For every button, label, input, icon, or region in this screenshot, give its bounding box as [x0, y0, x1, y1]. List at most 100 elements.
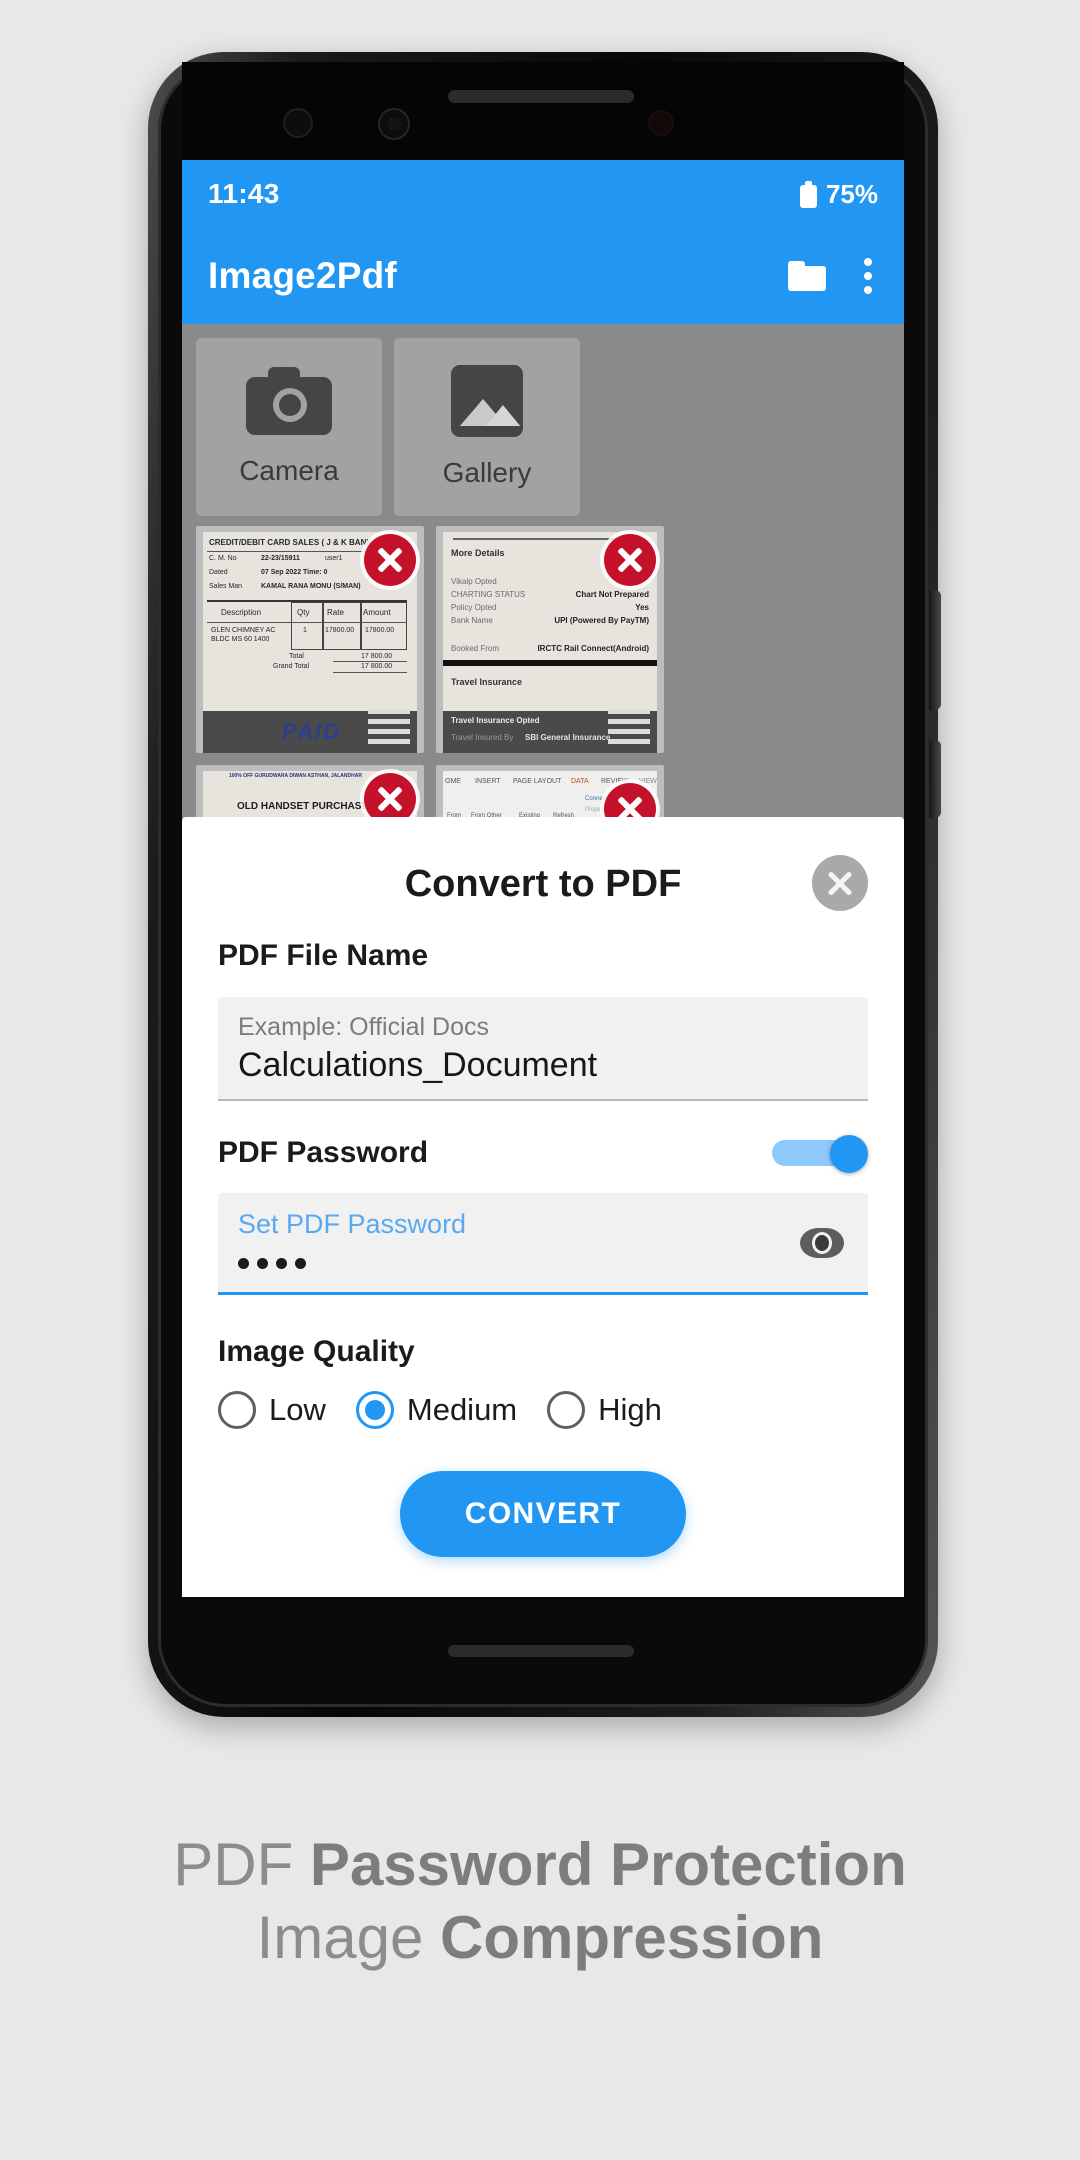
pdf-password-masked-value: [238, 1248, 848, 1278]
excel-tab: PAGE LAYOUT: [513, 778, 562, 785]
receipt-total-value: 17 800.00: [361, 653, 393, 660]
receipt-title: CREDIT/DEBIT CARD SALES ( J & K BANK ): [209, 538, 378, 547]
source-picker-row: Camera Gallery: [182, 324, 904, 516]
receipt-row-extra: user1: [325, 555, 343, 562]
gallery-icon: [451, 365, 523, 437]
caption-line-2: Image Compression: [0, 1901, 1080, 1974]
phone-volume-button[interactable]: [929, 740, 941, 818]
delete-x-icon[interactable]: [604, 534, 656, 586]
convert-button-row: CONVERT: [218, 1471, 868, 1557]
quality-option-medium-label: Medium: [406, 1392, 518, 1427]
pdf-file-name-input[interactable]: Example: Official Docs Calculations_Docu…: [218, 997, 868, 1101]
receipt-row-label: Sales Man: [209, 583, 243, 590]
front-camera-icon: [378, 108, 410, 140]
ticket-title: More Details: [451, 548, 505, 558]
receipt-row-label: Dated: [209, 569, 228, 576]
radio-icon: [218, 1391, 256, 1429]
gallery-button[interactable]: Gallery: [394, 338, 580, 516]
quality-option-high[interactable]: High: [547, 1391, 662, 1429]
radio-icon: [547, 1391, 586, 1429]
excel-tab: VIEW: [639, 778, 657, 785]
caption-line-1: PDF Password Protection: [0, 1828, 1080, 1901]
app-content-dimmed: Camera Gallery CREDIT/DEBIT CARD SALES (…: [182, 324, 904, 1597]
led-indicator-icon: [648, 110, 674, 136]
phone-power-button[interactable]: [929, 590, 941, 710]
quality-option-medium[interactable]: Medium: [355, 1391, 518, 1429]
folder-icon[interactable]: [788, 261, 826, 291]
ticket-row-value: Chart Not Prepared: [575, 590, 649, 599]
image-quality-section: Image Quality Low Medium High: [218, 1335, 868, 1429]
screenshot-stage: 11:43 75% Image2Pdf Camera Gallery CREDI…: [0, 0, 1080, 2160]
quality-option-low[interactable]: Low: [218, 1391, 326, 1429]
eye-icon[interactable]: [800, 1227, 844, 1258]
quality-option-high-label: High: [598, 1392, 662, 1427]
ticket-row-label: Policy Opted: [451, 603, 497, 612]
pdf-file-name-placeholder: Example: Official Docs: [238, 1013, 490, 1041]
marketing-caption: PDF Password Protection Image Compressio…: [0, 1828, 1080, 1974]
receipt-cell: BLDC MS 60 1400: [211, 636, 270, 643]
excel-tab: INSERT: [475, 778, 501, 785]
gallery-button-label: Gallery: [442, 457, 532, 488]
camera-icon: [246, 367, 332, 435]
convert-button[interactable]: CONVERT: [400, 1471, 686, 1557]
phone-top-sensor-area: [182, 62, 904, 160]
convert-to-pdf-dialog: Convert to PDF PDF File Name Example: Of…: [182, 817, 904, 1597]
pdf-password-row: PDF Password: [218, 1135, 868, 1173]
app-title: Image2Pdf: [208, 255, 397, 296]
phone-screen: 11:43 75% Image2Pdf Camera Gallery CREDI…: [182, 160, 904, 1597]
reorder-handle-icon[interactable]: [368, 709, 410, 744]
ticket-row-label: CHARTING STATUS: [451, 590, 526, 599]
reorder-handle-icon[interactable]: [608, 709, 650, 744]
battery-percent-label: 75%: [825, 178, 878, 209]
ticket-row-value: UPI (Powered By PayTM): [554, 616, 649, 625]
camera-button[interactable]: Camera: [196, 338, 382, 516]
pdf-file-name-label: PDF File Name: [218, 939, 429, 972]
caption-line-2-strong: Compression: [440, 1904, 824, 1972]
ticket-footer-label: Travel Insured By: [451, 733, 514, 742]
radio-icon-selected: [355, 1391, 394, 1429]
paid-stamp: PAID: [282, 719, 341, 744]
ticket-row-label: Bank Name: [451, 616, 493, 625]
earpiece-speaker: [448, 90, 634, 103]
close-icon[interactable]: [812, 855, 868, 911]
image-quality-label: Image Quality: [218, 1335, 415, 1368]
pdf-file-name-value: Calculations_Document: [238, 1046, 598, 1084]
receipt-row-value: 22-23/15911: [261, 555, 300, 562]
dialog-title: Convert to PDF: [404, 862, 682, 905]
thumbnail-item[interactable]: CREDIT/DEBIT CARD SALES ( J & K BANK ) C…: [196, 526, 424, 753]
receipt-grand-total-label: Grand Total: [273, 663, 310, 670]
pdf-password-input[interactable]: Set PDF Password: [218, 1193, 868, 1295]
more-vertical-icon[interactable]: [864, 258, 872, 294]
app-bar: Image2Pdf: [182, 228, 904, 324]
delete-x-icon[interactable]: [364, 534, 416, 586]
excel-tab: DATA: [571, 778, 589, 785]
ticket-row-value: IRCTC Rail Connect(Android): [537, 644, 649, 653]
receipt-row-label: C. M. No: [209, 555, 237, 562]
camera-button-label: Camera: [239, 455, 339, 486]
caption-line-2-prefix: Image: [256, 1904, 440, 1972]
app-bar-actions: [788, 258, 872, 294]
receipt-row-value: 07 Sep 2022 Time: 0: [261, 569, 328, 576]
ticket-footer-label: Travel Insurance Opted: [451, 716, 540, 725]
excel-tab: OME: [445, 778, 461, 785]
receipt-total-label: Total: [289, 653, 304, 660]
receipt-row-value: KAMAL RANA MONU (S/MAN): [261, 583, 361, 590]
proximity-sensor-icon: [283, 108, 313, 138]
status-bar: 11:43 75%: [182, 160, 904, 228]
ticket-footer-value: SBI General Insurance: [525, 733, 611, 742]
pdf-password-field-label: Set PDF Password: [238, 1209, 467, 1239]
quality-option-low-label: Low: [269, 1392, 326, 1427]
receipt-col-header: Description: [221, 608, 262, 617]
ticket-row-label: Booked From: [451, 644, 500, 653]
phone-bottom-speaker: [448, 1645, 634, 1657]
form-header: 100% OFF GURUDWARA DIWAN ASTHAN, JALANDH…: [229, 773, 362, 779]
battery-icon: [799, 180, 817, 208]
pdf-password-toggle[interactable]: [772, 1135, 868, 1173]
receipt-grand-total-value: 17 800.00: [361, 663, 393, 670]
image-quality-radio-group: Low Medium High: [218, 1391, 868, 1429]
status-bar-right: 75%: [799, 178, 878, 210]
ticket-section-title: Travel Insurance: [451, 677, 523, 687]
caption-line-1-strong: Password Protection: [309, 1831, 907, 1898]
ticket-row-label: Vikalp Opted: [451, 577, 497, 586]
thumbnail-item[interactable]: More Details Vikalp Opted CHARTING STATU…: [436, 526, 664, 753]
